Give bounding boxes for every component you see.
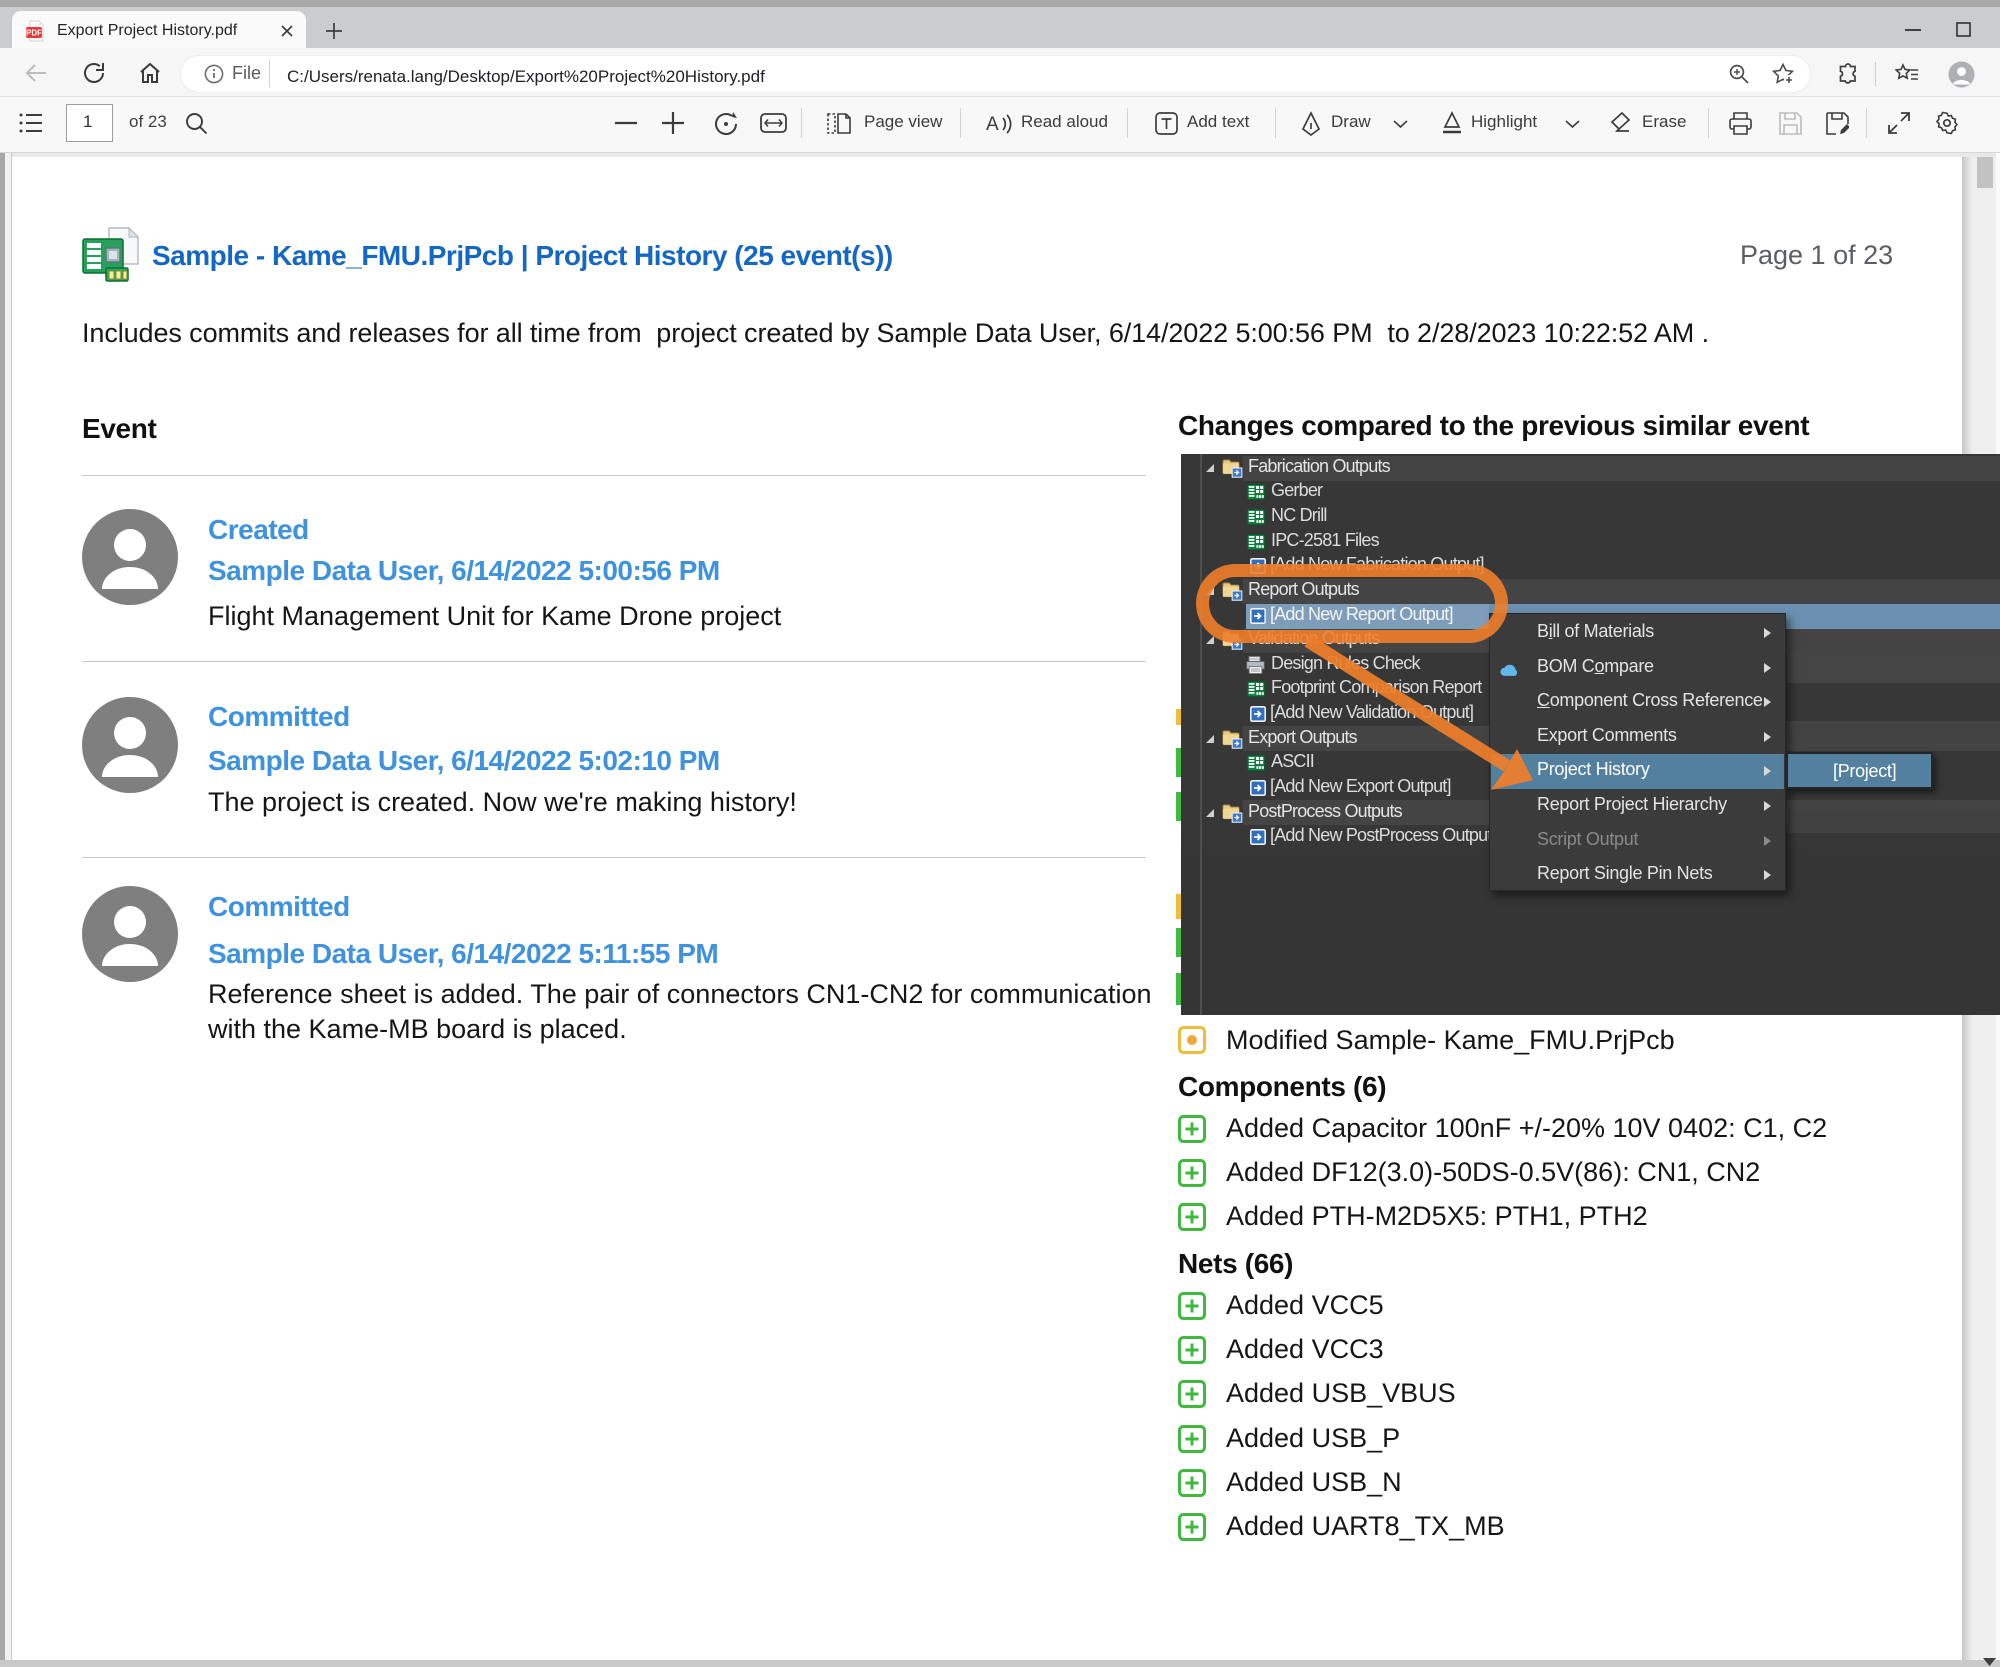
svg-text:A: A — [986, 114, 999, 135]
svg-text:PDF: PDF — [26, 29, 42, 38]
